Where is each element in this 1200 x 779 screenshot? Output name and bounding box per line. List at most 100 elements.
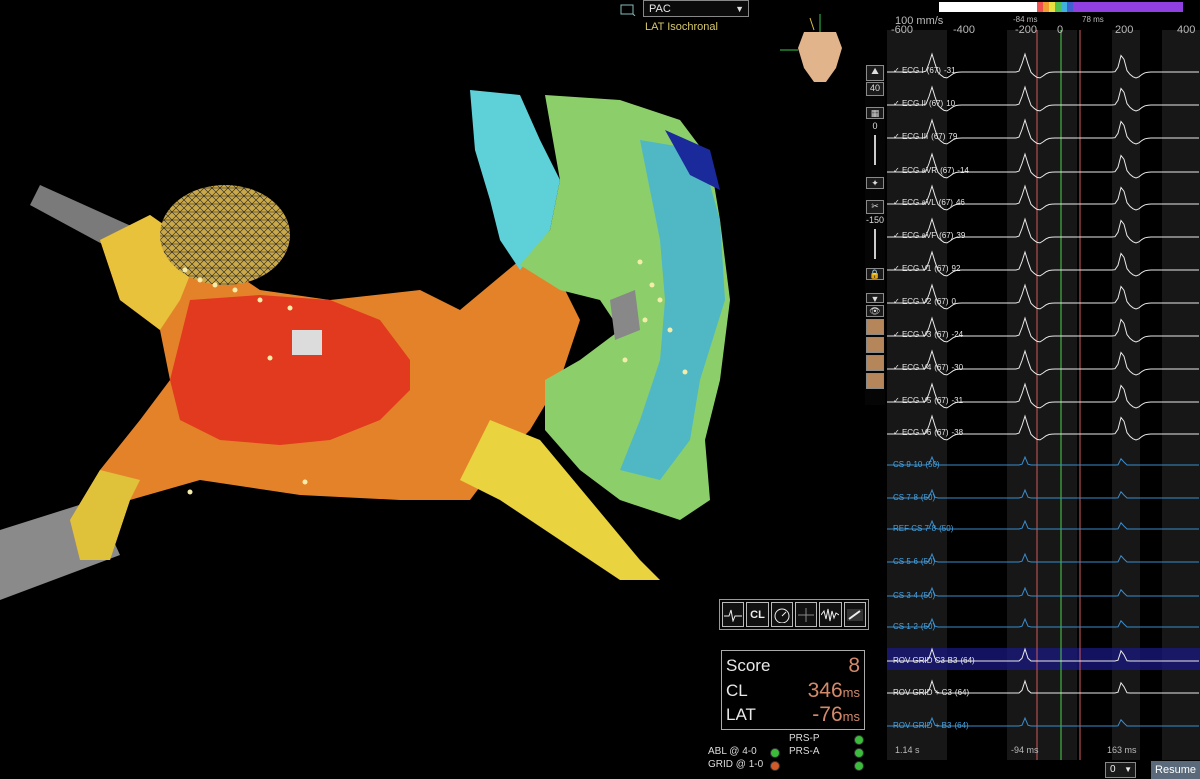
chevron-down-icon[interactable]: ▼	[866, 293, 884, 304]
channel-num: (64)	[954, 688, 970, 697]
channel-num: (50)	[925, 460, 940, 469]
gain-slider[interactable]	[866, 135, 884, 169]
channel-label[interactable]: CS 1-2 (50)	[893, 622, 941, 631]
channel-num: (67)	[938, 198, 953, 207]
checkmark-icon[interactable]: ✓	[893, 166, 902, 175]
channel-label[interactable]: ✓ ECG II (67) 10	[893, 99, 958, 108]
zoom-mountain-icon[interactable]: ⛰	[866, 65, 884, 81]
lat-row: LAT -76ms	[726, 703, 860, 729]
channel-label: ROV GRID + B3	[893, 721, 952, 730]
channel-label[interactable]: CS 3-4 (50)	[893, 591, 941, 600]
cl-row: CL 346ms	[726, 679, 860, 705]
map-select-dropdown[interactable]: PAC ▼	[643, 0, 749, 17]
map-viewport[interactable]: PAC ▼ LAT Isochronal CL Score 8 CL 346ms…	[0, 0, 869, 779]
checkmark-icon[interactable]: ✓	[893, 198, 902, 207]
catheter-icon[interactable]	[843, 602, 866, 627]
checkmark-icon[interactable]: ✓	[893, 428, 902, 437]
channel-label[interactable]: ✓ ECG aVL (67) 46	[893, 198, 968, 207]
channel-val: -24	[951, 330, 964, 339]
channel-val: 46	[955, 198, 965, 207]
prs-p-label: PRS-P	[789, 733, 820, 744]
torso-view-4-icon[interactable]	[866, 373, 884, 389]
torso-view-3-icon[interactable]	[866, 355, 884, 371]
score-value: 8	[848, 654, 860, 677]
channel-label[interactable]: ✓ ECG III (67) 79	[893, 132, 960, 141]
lat-color-bar	[939, 2, 1183, 12]
channel-label: CS 5-6	[893, 557, 918, 566]
channel-label[interactable]: ✓ ECG aVF (67) 39	[893, 231, 968, 240]
orientation-torso-icon[interactable]	[780, 10, 860, 90]
channel-num: (67)	[940, 166, 955, 175]
waveform-icon[interactable]	[819, 602, 842, 627]
channel-label[interactable]: ROV GRID + C3 (64)	[893, 688, 975, 697]
channel-label[interactable]: CS 7-8 (50)	[893, 493, 941, 502]
torso-view-1-icon[interactable]	[866, 319, 884, 335]
cl-label: CL	[726, 681, 748, 700]
checkmark-icon[interactable]: ✓	[893, 99, 902, 108]
channel-num: (67)	[926, 66, 941, 75]
checkmark-icon[interactable]: ✓	[893, 297, 902, 306]
channel-label[interactable]: CS 5-6 (50)	[893, 557, 941, 566]
grid-label: GRID @ 1-0	[708, 759, 764, 770]
channel-num: (50)	[920, 591, 936, 600]
channel-label[interactable]: ROV GRID + B3 (64)	[893, 721, 975, 730]
channel-label: ECG V1	[901, 264, 932, 273]
cl-value: 346	[807, 679, 843, 702]
time-tick-label: -400	[953, 24, 976, 36]
score-panel: Score 8 CL 346ms LAT -76ms	[721, 650, 865, 730]
eye-icon[interactable]: 👁	[866, 305, 884, 317]
channel-label[interactable]: ✓ ECG I (67) -31	[893, 66, 959, 75]
offset-value: -150	[866, 215, 885, 225]
lat-unit: ms	[842, 709, 860, 724]
channel-label[interactable]: CS 9-10 (50)	[893, 460, 946, 469]
gain-icon[interactable]: ▦	[866, 107, 884, 119]
channel-label: ECG V6	[901, 428, 932, 437]
channel-label[interactable]: ROV GRID C3-B3 (64)	[893, 656, 981, 665]
egm-select-dropdown[interactable]: 0 ▼	[1105, 762, 1136, 778]
channel-num: (50)	[920, 622, 936, 631]
channel-label: CS 9-10	[893, 460, 923, 469]
channel-label[interactable]: ✓ ECG aVR (67) -14	[893, 166, 972, 175]
pin-icon[interactable]: ✦	[866, 177, 884, 189]
checkmark-icon[interactable]: ✓	[893, 363, 902, 372]
channel-label[interactable]: ✓ ECG V6 (67) -38	[893, 428, 966, 437]
checkmark-icon[interactable]: ✓	[893, 231, 902, 240]
channel-label[interactable]: ✓ ECG V2 (67) 0	[893, 297, 959, 306]
channel-label[interactable]: ✓ ECG V3 (67) -24	[893, 330, 966, 339]
channel-label: ECG II	[901, 99, 926, 108]
offset-slider[interactable]	[866, 229, 884, 263]
channel-label[interactable]: ✓ ECG V4 (67) -30	[893, 363, 966, 372]
score-label: Score	[726, 656, 771, 675]
torso-view-2-icon[interactable]	[866, 337, 884, 353]
chevron-down-icon: ▼	[735, 4, 744, 14]
ecg-tool-icon[interactable]	[722, 602, 745, 627]
cl-tool-button[interactable]: CL	[746, 602, 769, 627]
zoom-value[interactable]: 40	[866, 82, 884, 96]
channel-label: CS 1-2	[893, 622, 918, 631]
channel-label: ECG I	[901, 66, 924, 75]
lock-icon[interactable]: 🔒	[866, 268, 884, 280]
window-right-label: 78 ms	[1082, 15, 1104, 24]
channel-num: (67)	[931, 132, 946, 141]
channel-label[interactable]: REF CS 7-8 (50)	[893, 524, 959, 533]
egm-panel[interactable]: 100 mm/s -600 -400 -200 0 200 400 -84 ms 78 m…	[887, 0, 1200, 779]
abl-label: ABL @ 4-0	[708, 746, 757, 757]
gauge-icon[interactable]	[770, 602, 793, 627]
marker-left-label: -94 ms	[1011, 745, 1039, 755]
channel-num: (50)	[939, 524, 954, 533]
channel-val: 0	[951, 297, 956, 306]
checkmark-icon[interactable]: ✓	[893, 132, 902, 141]
view-layout-icon[interactable]	[620, 3, 636, 16]
time-tick-label: -600	[891, 24, 914, 36]
resume-button[interactable]: Resume	[1151, 761, 1200, 779]
checkmark-icon[interactable]: ✓	[893, 66, 902, 75]
checkmark-icon[interactable]: ✓	[893, 264, 902, 273]
scissors-icon[interactable]: ✂	[866, 200, 884, 214]
channel-label[interactable]: ✓ ECG V5 (67) -31	[893, 396, 966, 405]
channel-label: CS 3-4	[893, 591, 918, 600]
move-icon[interactable]	[794, 602, 818, 627]
prs-a-label: PRS-A	[789, 746, 820, 757]
checkmark-icon[interactable]: ✓	[893, 330, 902, 339]
channel-label[interactable]: ✓ ECG V1 (67) 92	[893, 264, 963, 273]
checkmark-icon[interactable]: ✓	[893, 396, 902, 405]
